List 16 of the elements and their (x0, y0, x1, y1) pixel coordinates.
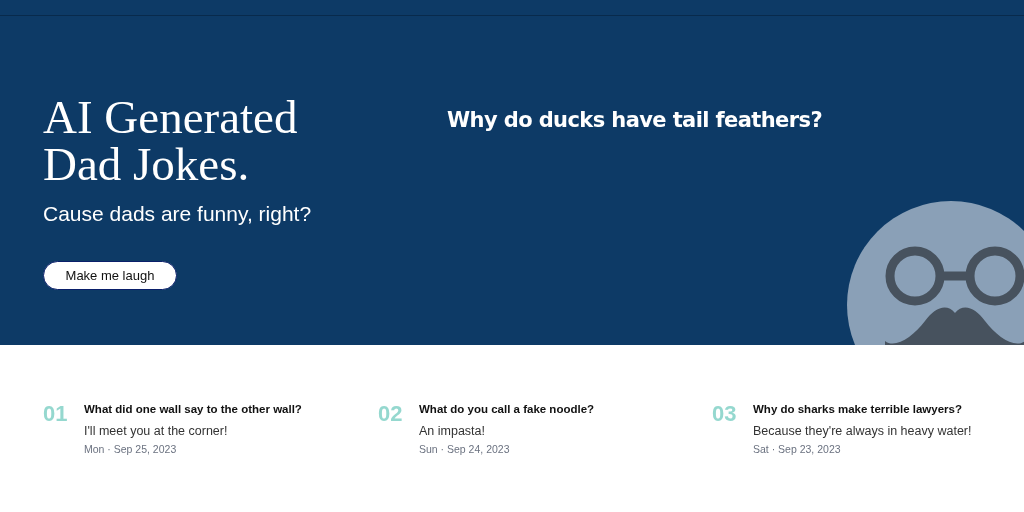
hero-title: AI Generated Dad Jokes. (43, 94, 299, 188)
joke-question: What do you call a fake noodle? (419, 403, 595, 415)
joke-answer: Because they're always in heavy water! (753, 424, 972, 438)
joke-date: Sat · Sep 23, 2023 (753, 443, 842, 455)
make-me-laugh-button[interactable]: Make me laugh (43, 261, 177, 290)
joke-date: Mon · Sep 25, 2023 (84, 443, 178, 455)
joke-answer: An impasta! (419, 424, 486, 438)
joke-number: 02 (378, 402, 404, 426)
joke-question: Why do ducks have tail feathers? (447, 108, 822, 134)
joke-date: Sun · Sep 24, 2023 (419, 443, 511, 455)
joke-answer: I'll meet you at the corner! (84, 424, 229, 438)
joke-number: 01 (43, 402, 69, 426)
joke-question: What did one wall say to the other wall? (84, 403, 302, 415)
hero-subtitle: Cause dads are funny, right? (43, 202, 312, 226)
joke-number: 03 (712, 402, 738, 426)
joke-question: Why do sharks make terrible lawyers? (753, 403, 963, 415)
